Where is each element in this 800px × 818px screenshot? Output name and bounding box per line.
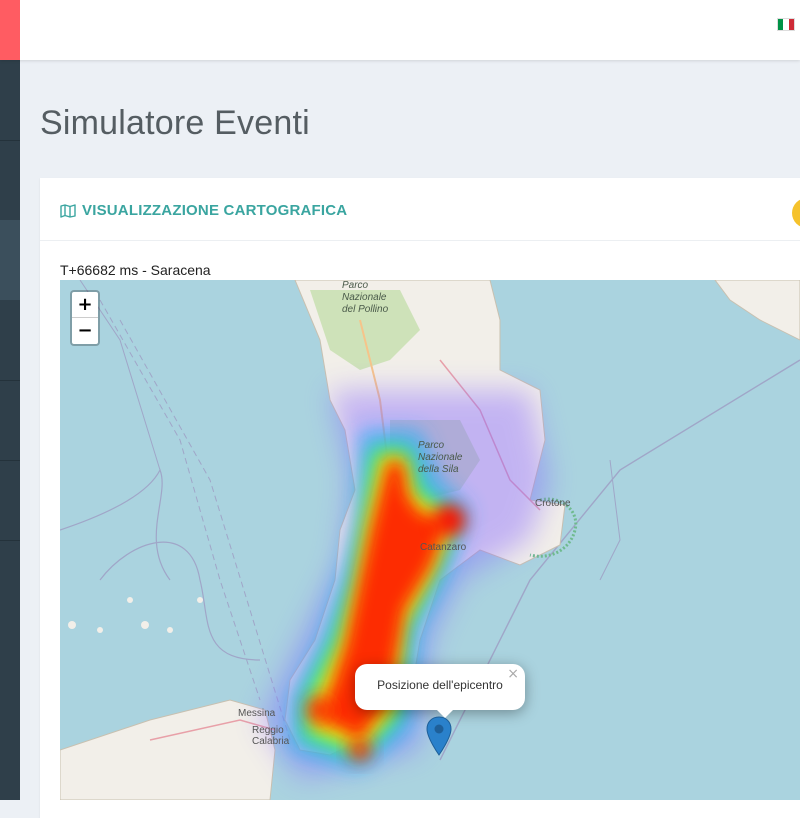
city-label-reggio: Reggio Calabria (252, 725, 289, 747)
map-icon (60, 203, 76, 218)
card-title: VISUALIZZAZIONE CARTOGRAFICA (60, 202, 347, 219)
zoom-out-button[interactable]: − (72, 318, 98, 344)
epicenter-popup: Posizione dell'epicentro × (355, 664, 525, 710)
island (127, 597, 133, 603)
label-line: della Sila (418, 464, 459, 475)
status-indicator[interactable] (792, 198, 800, 228)
popup-text: Posizione dell'epicentro (377, 678, 503, 692)
label-line: Parco (342, 280, 369, 291)
heatmap-hotspot (434, 504, 466, 536)
sidebar-divider (0, 140, 20, 141)
label-line: Reggio (252, 725, 284, 736)
heatmap-hotspot (306, 696, 334, 724)
label-line: Calabria (252, 736, 290, 747)
sidebar-divider (0, 540, 20, 541)
park-sila-label: Parco Nazionale della Sila (418, 440, 462, 476)
card-title-text: VISUALIZZAZIONE CARTOGRAFICA (82, 202, 348, 219)
italian-flag-icon[interactable] (777, 18, 795, 31)
popup-close-button[interactable]: × (507, 666, 519, 682)
sidebar (0, 60, 20, 800)
city-label-messina: Messina (238, 708, 276, 719)
zoom-in-button[interactable]: + (72, 292, 98, 318)
map-view[interactable]: Parco Nazionale del Pollino Parco Nazion… (60, 280, 800, 800)
island (197, 597, 203, 603)
island (167, 627, 173, 633)
top-navbar (0, 0, 800, 60)
location-pin-icon[interactable] (426, 716, 452, 756)
island (68, 621, 76, 629)
park-pollino-label: Parco Nazionale del Pollino (342, 280, 388, 316)
city-label-catanzaro: Catanzaro (420, 542, 467, 553)
label-line: del Pollino (342, 304, 389, 315)
page-title: Simulatore Eventi (40, 104, 310, 142)
simulation-status: T+66682 ms - Saracena (60, 262, 211, 278)
zoom-control: + − (70, 290, 100, 346)
brand-accent[interactable] (0, 0, 20, 60)
island (141, 621, 149, 629)
sidebar-divider (0, 380, 20, 381)
heatmap-hotspot (348, 738, 372, 762)
island (97, 627, 103, 633)
sidebar-item-active[interactable] (0, 220, 20, 300)
city-label-crotone: Crotone (535, 498, 571, 509)
label-line: Parco (418, 440, 445, 451)
card-header: VISUALIZZAZIONE CARTOGRAFICA (40, 178, 800, 241)
label-line: Nazionale (418, 452, 463, 463)
label-line: Nazionale (342, 292, 387, 303)
sidebar-divider (0, 460, 20, 461)
